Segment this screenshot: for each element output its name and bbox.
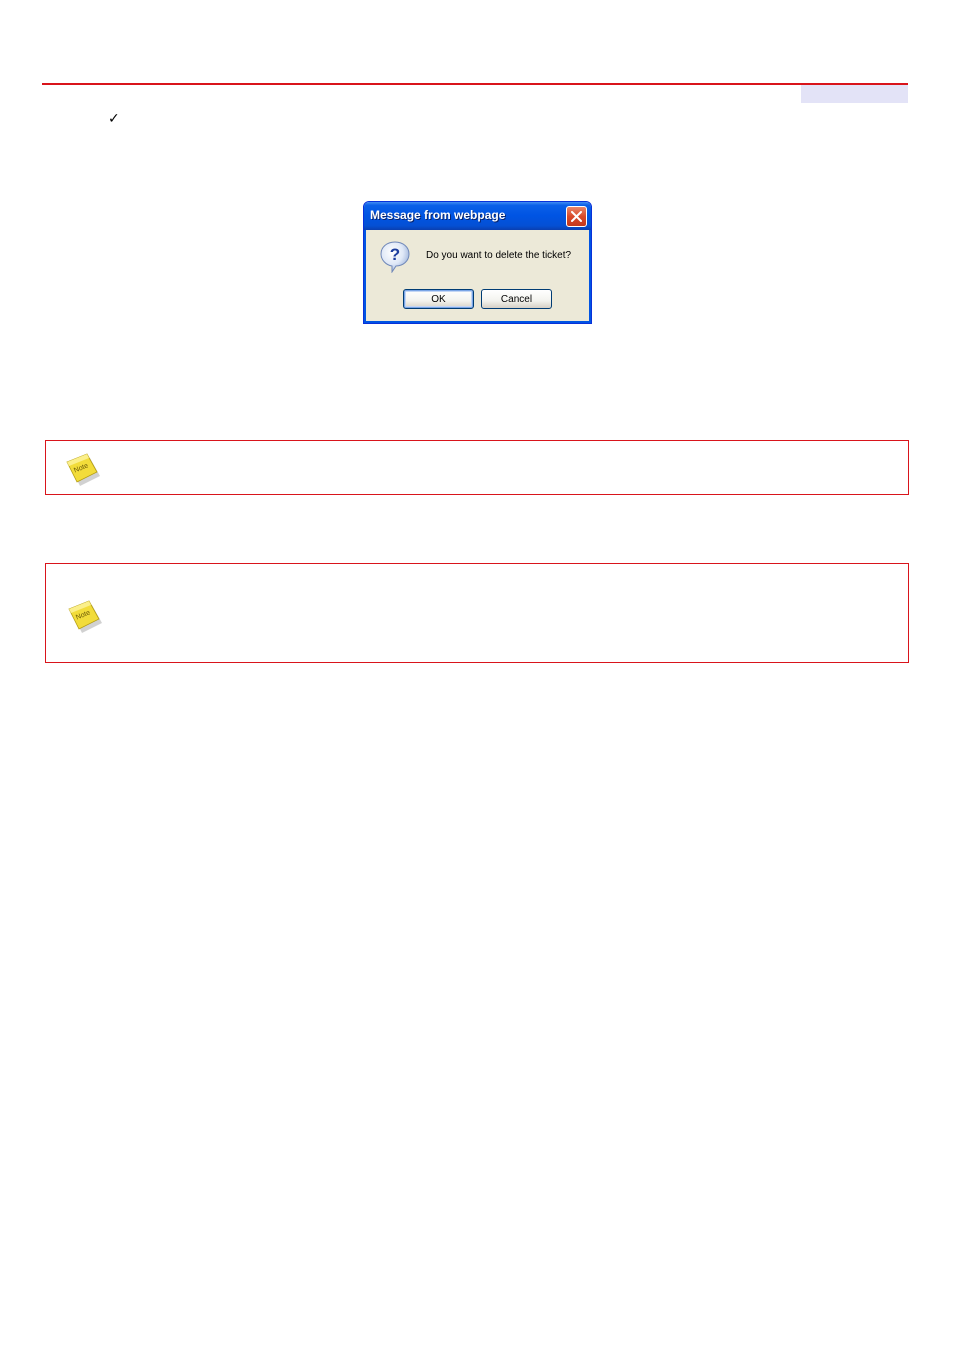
dialog-titlebar[interactable]: Message from webpage [364,202,591,230]
close-button[interactable] [566,206,587,227]
note-icon: Note [68,600,102,633]
note-icon: Note [66,453,100,486]
header-rule [42,83,908,85]
dialog-body: ? Do you want to delete the ticket? OK C… [364,230,591,323]
note-box: Note [45,563,909,663]
question-icon: ? [380,241,410,273]
cancel-button[interactable]: Cancel [481,289,552,309]
ok-button[interactable]: OK [403,289,474,309]
dialog-title: Message from webpage [370,208,506,222]
header-tab [801,85,908,103]
message-dialog: Message from webpage ? Do you want to de… [363,201,592,324]
svg-text:?: ? [390,245,400,264]
note-box: Note [45,440,909,495]
dialog-message: Do you want to delete the ticket? [426,250,572,261]
close-icon [571,211,582,222]
checkmark-icon: ✓ [108,111,120,127]
